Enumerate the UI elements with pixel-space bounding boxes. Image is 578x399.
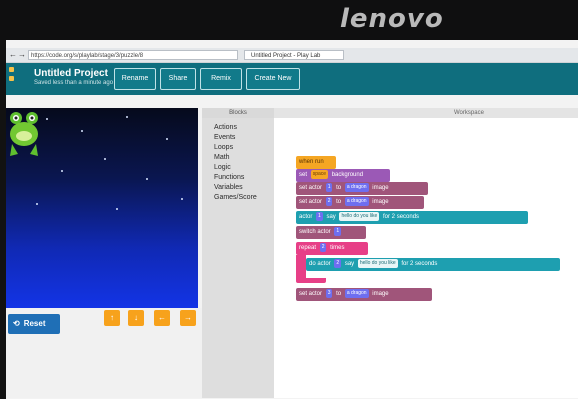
block-text: repeat — [299, 245, 317, 251]
actor-dropdown[interactable]: 1 — [334, 226, 342, 236]
star — [104, 158, 106, 160]
repeat-count-input[interactable]: 2 — [319, 242, 327, 252]
block-text: say — [326, 214, 336, 220]
up-arrow-button[interactable]: ↑ — [104, 310, 120, 326]
block-text: to — [336, 291, 342, 297]
left-arrow-button[interactable]: ← — [154, 310, 170, 326]
star — [146, 178, 148, 180]
category-loops[interactable]: Loops — [214, 144, 233, 151]
category-actions[interactable]: Actions — [214, 124, 237, 131]
browser-tab[interactable]: Untitled Project - Play Lab — [244, 50, 344, 60]
actor-dropdown[interactable]: 3 — [325, 288, 333, 298]
image-dropdown[interactable]: a dragon — [344, 288, 369, 298]
block-text: set actor — [299, 199, 323, 205]
remix-button[interactable]: Remix — [200, 68, 242, 90]
when-run-block[interactable]: when run — [296, 156, 336, 169]
category-logic[interactable]: Logic — [214, 164, 231, 171]
forward-icon[interactable]: → — [18, 50, 26, 60]
category-functions[interactable]: Functions — [214, 174, 244, 181]
create-new-button[interactable]: Create New — [246, 68, 300, 90]
play-stage[interactable] — [6, 108, 198, 308]
stage-controls: ⟲ Reset ↑ ↓ ← → — [6, 308, 202, 398]
address-bar[interactable]: https://code.org/s/playlab/stage/3/puzzl… — [28, 50, 238, 60]
block-text: times — [330, 245, 345, 251]
block-text: set actor — [299, 291, 323, 297]
actor-dropdown[interactable]: 2 — [334, 258, 342, 268]
image-dropdown[interactable]: a dragon — [344, 182, 369, 192]
category-games-score[interactable]: Games/Score — [214, 194, 257, 201]
repeat-block-foot — [296, 278, 326, 283]
image-dropdown[interactable]: a dragon — [344, 196, 369, 206]
frog-sprite-icon — [8, 110, 42, 167]
category-events[interactable]: Events — [214, 134, 235, 141]
star — [61, 170, 63, 172]
actor-say-block[interactable]: do actor 2 say hello do you like for 2 s… — [306, 258, 560, 271]
reset-icon: ⟲ — [13, 319, 20, 328]
monitor-bezel: lenovo — [0, 0, 578, 40]
star — [36, 203, 38, 205]
toolbox-header: Blocks — [202, 108, 274, 118]
project-subtitle: Saved less than a minute ago — [34, 80, 114, 86]
project-title: Untitled Project — [34, 68, 108, 79]
say-text-input[interactable]: hello do you like — [339, 211, 380, 221]
category-math[interactable]: Math — [214, 154, 230, 161]
set-actor-image-block[interactable]: set actor 1 to a dragon image — [296, 182, 428, 195]
actor-dropdown[interactable]: 1 — [325, 182, 333, 192]
star — [166, 138, 168, 140]
star — [81, 130, 83, 132]
block-text: image — [372, 199, 389, 205]
say-text-input[interactable]: hello do you like — [357, 258, 398, 268]
star — [181, 198, 183, 200]
block-text: to — [336, 199, 342, 205]
app-header: Untitled Project Saved less than a minut… — [6, 63, 578, 95]
star — [126, 116, 128, 118]
actor-dropdown[interactable]: 1 — [316, 211, 323, 221]
down-arrow-button[interactable]: ↓ — [128, 310, 144, 326]
star — [116, 208, 118, 210]
share-button[interactable]: Share — [160, 68, 196, 90]
workspace-header: Workspace — [274, 108, 578, 118]
app-menu-icon[interactable] — [9, 67, 15, 85]
browser-screen: ← → https://code.org/s/playlab/stage/3/p… — [6, 40, 578, 399]
set-actor-image-block[interactable]: set actor 3 to a dragon image — [296, 288, 432, 301]
block-text: switch actor — [299, 229, 331, 235]
switch-actor-block[interactable]: switch actor 1 — [296, 226, 366, 239]
actor-say-block[interactable]: actor 1 say hello do you like for 2 seco… — [296, 211, 528, 224]
block-text: for 2 seconds — [401, 261, 438, 267]
background-dropdown[interactable]: space — [310, 169, 329, 179]
reset-button[interactable]: ⟲ Reset — [8, 314, 60, 334]
block-text: to — [336, 185, 342, 191]
set-background-block[interactable]: set space background — [296, 169, 390, 182]
rename-button[interactable]: Rename — [114, 68, 156, 90]
reset-label: Reset — [23, 319, 46, 328]
block-text: background — [331, 172, 364, 178]
browser-toolbar: ← → https://code.org/s/playlab/stage/3/p… — [6, 48, 578, 63]
block-workspace[interactable]: when run set space background set actor … — [274, 118, 578, 398]
repeat-block[interactable]: repeat 2 times — [296, 242, 368, 255]
block-text: actor — [299, 214, 313, 220]
back-icon[interactable]: ← — [9, 50, 17, 60]
block-text: say — [344, 261, 355, 267]
category-variables[interactable]: Variables — [214, 184, 243, 191]
block-text: image — [372, 185, 389, 191]
block-text: do actor — [309, 261, 331, 267]
block-text: set — [299, 172, 308, 178]
set-actor-image-block[interactable]: set actor 2 to a dragon image — [296, 196, 424, 209]
star — [46, 118, 48, 120]
actor-dropdown[interactable]: 2 — [325, 196, 333, 206]
block-text: image — [372, 291, 389, 297]
right-arrow-button[interactable]: → — [180, 310, 196, 326]
block-text: for 2 seconds — [383, 214, 420, 220]
brand-logo: lenovo — [340, 4, 444, 34]
toolbox: Actions Events Loops Math Logic Function… — [202, 118, 274, 398]
block-text: set actor — [299, 185, 323, 191]
